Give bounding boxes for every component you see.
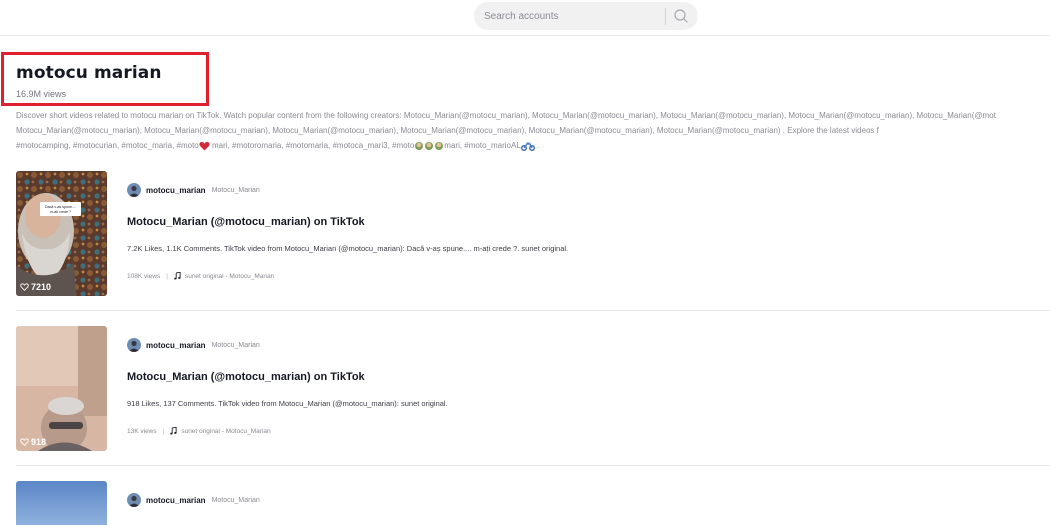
- heart-emoji-icon: [199, 141, 210, 151]
- nickname: Motocu_Marian: [211, 341, 260, 349]
- username[interactable]: motocu_marian: [146, 341, 206, 350]
- author-row: motocu_marian Motocu_Marian: [127, 493, 260, 507]
- total-views: 16.9M views: [16, 89, 67, 99]
- overlay-caption-line-1: Dacă v-aș spune....: [45, 205, 76, 209]
- overlay-caption-line-2: m-ați crede ?: [50, 210, 71, 214]
- video-description: 7.2K Likes, 1.1K Comments. TikTok video …: [127, 244, 569, 253]
- search-icon: [674, 9, 688, 23]
- video-meta: 108K views | sunet original - Motocu_Mar…: [127, 272, 274, 280]
- sound-link[interactable]: sunet original - Motocu_Marian: [185, 273, 274, 280]
- video-thumbnail-1[interactable]: Dacă v-aș spune.... m-ați crede ? 7210: [16, 171, 107, 296]
- meta-separator: |: [162, 427, 165, 435]
- card-divider: [16, 465, 1050, 466]
- author-row: motocu_marian Motocu_Marian: [127, 338, 260, 352]
- search-bar: [474, 2, 698, 30]
- hashtags-part-3: mari, #moto_marioAL: [444, 141, 521, 150]
- page-title: motocu marian: [16, 63, 162, 83]
- video-thumbnail-image: [16, 326, 107, 451]
- video-thumbnail-2[interactable]: 918: [16, 326, 107, 451]
- description-line-3: #motocamping, #motocurian, #motoc_maria,…: [16, 140, 1050, 151]
- view-count: 108K views: [127, 272, 161, 280]
- avatar[interactable]: [127, 183, 141, 197]
- view-count: 13K views: [127, 427, 157, 435]
- video-meta: 13K views | sunet original - Motocu_Mari…: [127, 427, 271, 435]
- video-card-1: Dacă v-aș spune.... m-ați crede ? 7210 m…: [16, 171, 1050, 301]
- avatar-image: [127, 183, 141, 197]
- video-thumbnail-image: Dacă v-aș spune.... m-ați crede ?: [16, 171, 107, 296]
- video-thumbnail-3[interactable]: [16, 481, 107, 525]
- author-row: motocu_marian Motocu_Marian: [127, 183, 260, 197]
- avatar[interactable]: [127, 493, 141, 507]
- video-card-3: motocu_marian Motocu_Marian: [16, 481, 1050, 525]
- username[interactable]: motocu_marian: [146, 496, 206, 505]
- search-button[interactable]: [672, 7, 690, 25]
- sound-link[interactable]: sunet original - Motocu_Marian: [181, 428, 270, 435]
- description-line-2: Motocu_Marian(@motocu_marian), Motocu_Ma…: [16, 126, 879, 135]
- motorcycle-emoji-icon: [520, 142, 535, 151]
- username[interactable]: motocu_marian: [146, 186, 206, 195]
- avatar[interactable]: [127, 338, 141, 352]
- likes-count: 918: [31, 437, 47, 447]
- heart-icon: [20, 283, 29, 291]
- hashtags-part-2: mari, #motoromaria, #motomaria, #motoca_…: [212, 141, 415, 150]
- description-line-1: Discover short videos related to motocu …: [16, 111, 996, 120]
- thumbnail-likes: 918: [20, 437, 46, 447]
- music-note-icon: [174, 272, 181, 280]
- video-title[interactable]: Motocu_Marian (@motocu_marian) on TikTok: [127, 216, 365, 228]
- avatar-image: [127, 493, 141, 507]
- search-input[interactable]: [484, 6, 659, 26]
- likes-count: 7210: [31, 282, 52, 292]
- search-divider: [665, 8, 666, 25]
- nickname: Motocu_Marian: [211, 186, 260, 194]
- thumbnail-likes: 7210: [20, 282, 51, 292]
- face-emoji-icon: [415, 141, 444, 150]
- nickname: Motocu_Marian: [211, 496, 260, 504]
- card-divider: [16, 310, 1050, 311]
- meta-separator: |: [166, 272, 168, 280]
- description-end: .: [537, 141, 540, 150]
- video-title[interactable]: Motocu_Marian (@motocu_marian) on TikTok: [127, 371, 365, 383]
- hashtags-part-1: #motocamping, #motocurian, #motoc_maria,…: [16, 141, 199, 150]
- video-description: 918 Likes, 137 Comments. TikTok video fr…: [127, 399, 448, 408]
- video-card-2: 918 motocu_marian Motocu_Marian Motocu_M…: [16, 326, 1050, 456]
- music-note-icon: [170, 427, 177, 435]
- avatar-image: [127, 338, 141, 352]
- video-thumbnail-image: [16, 481, 107, 525]
- top-bar: [0, 0, 1050, 36]
- heart-icon: [20, 438, 29, 446]
